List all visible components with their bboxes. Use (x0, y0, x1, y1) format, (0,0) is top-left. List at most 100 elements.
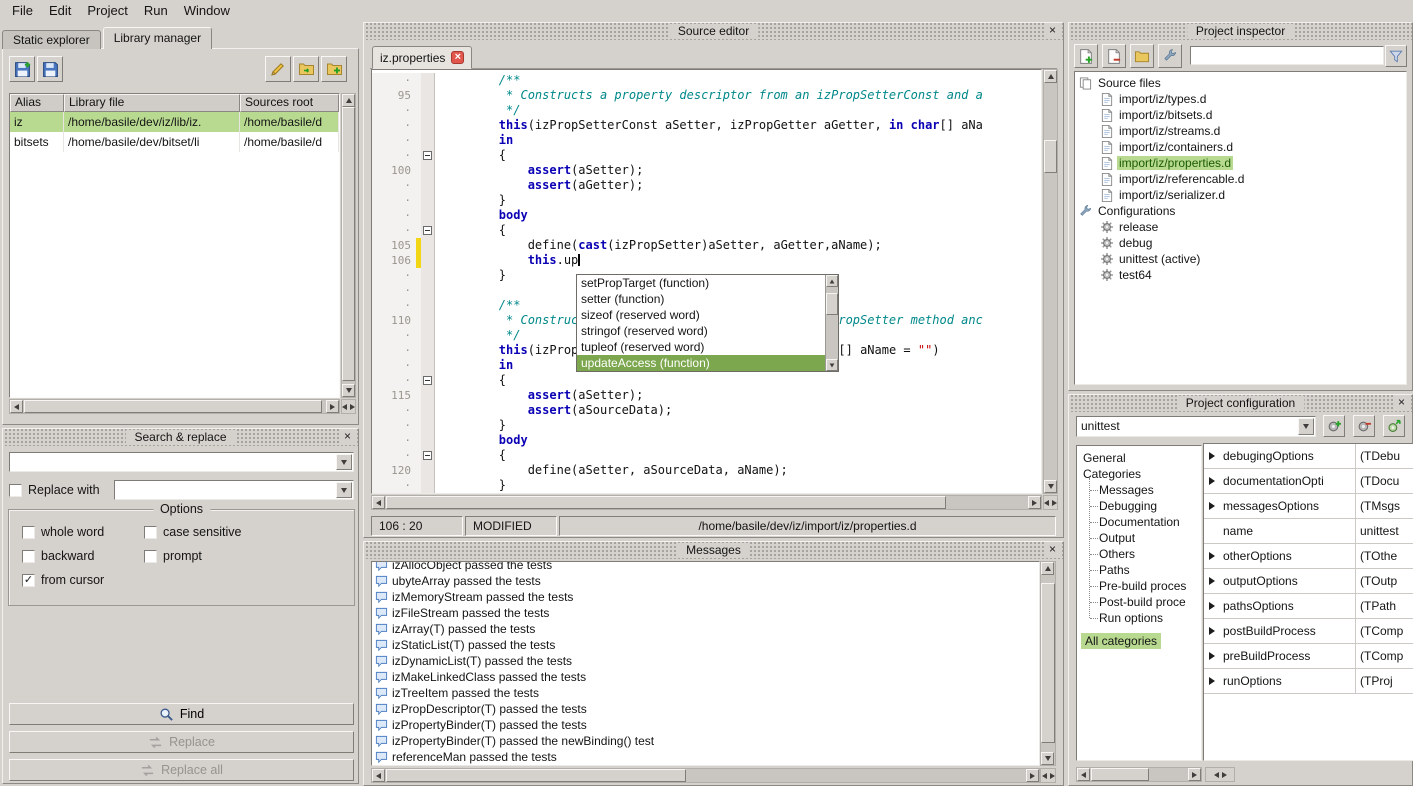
property-row[interactable]: postBuildProcess(TComp (1204, 619, 1413, 644)
property-row[interactable]: pathsOptions(TPath (1204, 594, 1413, 619)
category-debugging[interactable]: Debugging (1087, 498, 1201, 514)
tree-item-file[interactable]: import/iz/bitsets.d (1075, 107, 1406, 123)
message-item[interactable]: izPropertyBinder(T) passed the tests (372, 717, 1039, 733)
messages-vertical-scrollbar[interactable] (1040, 561, 1056, 766)
message-item[interactable]: referenceMan passed the tests (372, 749, 1039, 765)
replace-all-button[interactable]: Replace all (9, 759, 354, 781)
completion-item[interactable]: setter (function) (577, 291, 825, 307)
remove-source-button[interactable] (1102, 44, 1126, 68)
expand-arrow-icon[interactable] (1204, 652, 1220, 660)
all-categories-button[interactable]: All categories (1081, 633, 1161, 649)
message-item[interactable]: izMemoryStream passed the tests (372, 589, 1039, 605)
option-prompt[interactable]: prompt (144, 549, 348, 563)
config-scroll-corner[interactable] (1205, 767, 1235, 782)
chevron-down-icon[interactable] (336, 482, 352, 498)
open-library-folder-button[interactable] (293, 56, 319, 82)
completion-scrollbar[interactable] (825, 275, 838, 371)
expand-arrow-icon[interactable] (1204, 552, 1220, 560)
message-item[interactable]: izFileStream passed the tests (372, 605, 1039, 621)
category-others[interactable]: Others (1087, 546, 1201, 562)
completion-item[interactable]: setPropTarget (function) (577, 275, 825, 291)
tree-root-configurations[interactable]: Configurations (1075, 203, 1406, 219)
property-row[interactable]: runOptions(TProj (1204, 669, 1413, 694)
scroll-down-icon[interactable] (1044, 480, 1057, 493)
message-item[interactable]: izDynamicList(T) passed the tests (372, 653, 1039, 669)
library-scroll-corner[interactable] (341, 399, 356, 414)
project-settings-button[interactable] (1158, 44, 1182, 68)
config-horizontal-scrollbar[interactable] (1076, 767, 1202, 782)
column-header-alias[interactable]: Alias (10, 94, 64, 112)
completion-item[interactable]: tupleof (reserved word) (577, 339, 825, 355)
close-icon[interactable]: × (1394, 395, 1409, 410)
property-row[interactable]: preBuildProcess(TComp (1204, 644, 1413, 669)
tree-item-file[interactable]: import/iz/types.d (1075, 91, 1406, 107)
add-library-folder-button[interactable] (321, 56, 347, 82)
library-vertical-scrollbar[interactable] (341, 93, 356, 398)
scroll-left-icon[interactable] (372, 769, 385, 782)
column-header-sources-root[interactable]: Sources root (240, 94, 339, 112)
inspector-filter-field[interactable] (1191, 47, 1383, 64)
option-whole-word[interactable]: whole word (22, 525, 144, 539)
scroll-up-icon[interactable] (1044, 70, 1057, 83)
tree-item-file[interactable]: import/iz/properties.d (1075, 155, 1406, 171)
menu-file[interactable]: File (4, 2, 41, 19)
category-post-build-proce[interactable]: Post-build proce (1087, 594, 1201, 610)
scroll-down-icon[interactable] (1041, 752, 1054, 765)
add-library-button[interactable] (9, 56, 35, 82)
message-item[interactable]: izArray(T) passed the tests (372, 621, 1039, 637)
replace-button[interactable]: Replace (9, 731, 354, 753)
add-source-button[interactable] (1074, 44, 1098, 68)
replace-input-field[interactable] (117, 482, 335, 498)
configuration-selector[interactable]: unittest (1076, 416, 1316, 437)
replace-with-checkbox[interactable] (9, 484, 22, 497)
menu-run[interactable]: Run (136, 2, 176, 19)
menu-edit[interactable]: Edit (41, 2, 79, 19)
property-row[interactable]: nameunittest (1204, 519, 1413, 544)
messages-horizontal-scrollbar[interactable] (371, 768, 1040, 783)
scroll-left-icon[interactable] (1077, 768, 1090, 781)
scroll-right-icon[interactable] (326, 400, 339, 413)
category-documentation[interactable]: Documentation (1087, 514, 1201, 530)
messages-scroll-corner[interactable] (1040, 768, 1056, 783)
library-row[interactable]: bitsets/home/basile/dev/bitset/li/home/b… (10, 132, 339, 152)
scroll-up-icon[interactable] (1041, 562, 1054, 575)
tree-item-configuration[interactable]: test64 (1075, 267, 1406, 283)
message-item[interactable]: izPropDescriptor(T) passed the tests (372, 701, 1039, 717)
property-row[interactable]: outputOptions(TOutp (1204, 569, 1413, 594)
checkbox-backward[interactable] (22, 550, 35, 563)
property-row[interactable]: otherOptions(TOthe (1204, 544, 1413, 569)
expand-arrow-icon[interactable] (1204, 627, 1220, 635)
scroll-left-icon[interactable] (372, 496, 385, 509)
category-paths[interactable]: Paths (1087, 562, 1201, 578)
tree-root-source-files[interactable]: Source files (1075, 75, 1406, 91)
option-case-sensitive[interactable]: case sensitive (144, 525, 348, 539)
chevron-down-icon[interactable] (336, 454, 352, 470)
category-general[interactable]: General (1077, 450, 1201, 466)
message-item[interactable]: ubyteArray passed the tests (372, 573, 1039, 589)
column-header-library-file[interactable]: Library file (64, 94, 240, 112)
expand-arrow-icon[interactable] (1204, 677, 1220, 685)
message-item[interactable]: izTreeItem passed the tests (372, 685, 1039, 701)
expand-arrow-icon[interactable] (1204, 502, 1220, 510)
scroll-right-icon[interactable] (1026, 769, 1039, 782)
chevron-down-icon[interactable] (1298, 418, 1314, 435)
fold-marker-icon[interactable] (423, 226, 432, 235)
add-folder-button[interactable] (1130, 44, 1154, 68)
scroll-up-icon[interactable] (342, 94, 355, 107)
menu-window[interactable]: Window (176, 2, 238, 19)
property-row[interactable]: debugingOptions(TDebu (1204, 444, 1413, 469)
checkbox-case-sensitive[interactable] (144, 526, 157, 539)
tree-item-file[interactable]: import/iz/serializer.d (1075, 187, 1406, 203)
tree-item-file[interactable]: import/iz/containers.d (1075, 139, 1406, 155)
scroll-left-icon[interactable] (10, 400, 23, 413)
tab-close-icon[interactable]: × (451, 51, 464, 64)
menu-project[interactable]: Project (79, 2, 135, 19)
option-from-cursor[interactable]: ✓from cursor (22, 573, 144, 587)
clone-configuration-button[interactable] (1383, 415, 1405, 437)
remove-configuration-button[interactable] (1353, 415, 1375, 437)
property-row[interactable]: messagesOptions(TMsgs (1204, 494, 1413, 519)
close-icon[interactable]: × (1045, 23, 1060, 38)
save-libraries-button[interactable] (37, 56, 63, 82)
option-backward[interactable]: backward (22, 549, 144, 563)
completion-item[interactable]: updateAccess (function) (577, 355, 825, 371)
